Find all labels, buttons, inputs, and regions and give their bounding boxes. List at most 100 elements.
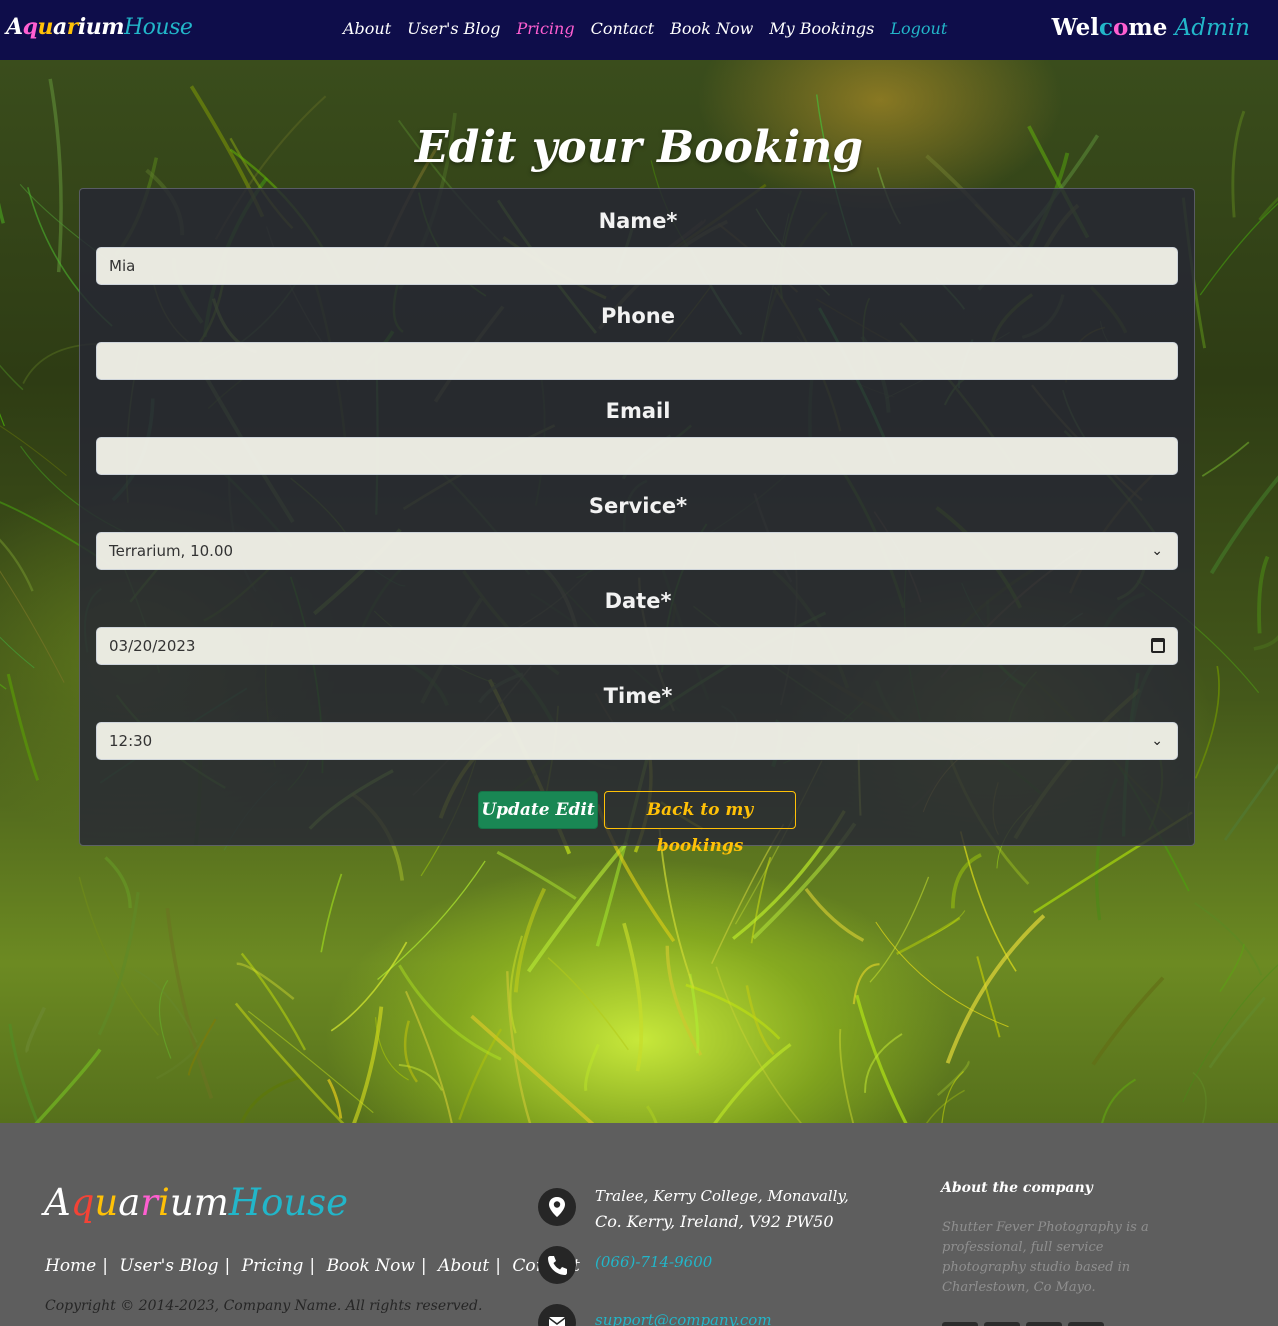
- plant-strand: [1219, 944, 1245, 993]
- plant-strand: [8, 1023, 40, 1123]
- plant-strand: [1194, 665, 1220, 779]
- plant-strand: [403, 1020, 418, 1083]
- hero-background: Edit your Booking Name* Mia Phone Email …: [0, 60, 1278, 1123]
- plant-strand: [0, 364, 24, 391]
- plant-strand: [1223, 763, 1278, 841]
- address-line-2: Co. Kerry, Ireland, V92 PW50: [595, 1212, 834, 1231]
- plant-strand: [1194, 902, 1263, 976]
- plant-strand: [855, 994, 908, 1123]
- nav-my-bookings-link[interactable]: My Bookings: [769, 19, 874, 38]
- plant-strand: [1199, 202, 1278, 296]
- plant-strand: [134, 968, 198, 1043]
- plant-strand: [78, 876, 159, 1036]
- plant-strand: [945, 914, 1046, 1064]
- plant-strand: [1091, 976, 1165, 1066]
- plant-strand: [745, 985, 775, 1056]
- envelope-icon: [538, 1304, 576, 1326]
- phone-label: Phone: [601, 304, 675, 328]
- plant-strand: [1182, 964, 1278, 1103]
- brand-logo[interactable]: AquariumHouse: [6, 14, 193, 40]
- welcome-message: Welcome Admin: [1052, 14, 1250, 41]
- phone-input[interactable]: [96, 342, 1178, 380]
- nav-about-link[interactable]: About: [343, 19, 391, 38]
- plant-strand: [25, 1006, 47, 1054]
- welcome-username: Admin: [1174, 15, 1250, 41]
- plant-strand: [236, 962, 295, 1000]
- plant-strand: [6, 673, 40, 781]
- nav-logout-link[interactable]: Logout: [890, 19, 947, 38]
- footer-book-now-link[interactable]: Book Now: [327, 1256, 415, 1276]
- linkedin-icon[interactable]: [1026, 1322, 1062, 1326]
- footer-phone-link[interactable]: (066)-714-9600: [595, 1253, 712, 1271]
- plant-strand: [1258, 197, 1278, 221]
- plant-strand: [950, 853, 982, 909]
- chevron-down-icon: ⌄: [1151, 733, 1163, 749]
- footer-home-link[interactable]: Home: [45, 1256, 96, 1276]
- plant-strand: [458, 1028, 503, 1121]
- plant-strand: [713, 1043, 792, 1123]
- map-marker-icon: [538, 1188, 576, 1226]
- plant-strand: [104, 856, 132, 909]
- plant-strand: [547, 957, 629, 1051]
- date-input[interactable]: 03/20/2023: [96, 627, 1178, 665]
- plant-strand: [1201, 441, 1250, 477]
- plant-strand: [158, 979, 172, 1059]
- about-company-heading: About the company: [941, 1180, 1093, 1196]
- footer-links: Home | User's Blog | Pricing | Book Now | Ab…: [45, 1256, 580, 1276]
- welcome-label: Welcome: [1051, 14, 1168, 41]
- plant-strand: [1208, 996, 1266, 1069]
- plant-strand: [1257, 555, 1270, 634]
- plant-strand: [34, 1048, 102, 1123]
- footer-pricing-link[interactable]: Pricing: [242, 1256, 304, 1276]
- address-line-1: Tralee, Kerry College, Monavally,: [595, 1187, 849, 1205]
- navbar: AquariumHouse About User's Blog Pricing …: [0, 0, 1278, 60]
- update-edit-button[interactable]: Update Edit: [478, 791, 598, 829]
- service-value: Terrarium, 10.00: [109, 542, 234, 560]
- nav-book-now-link[interactable]: Book Now: [670, 19, 753, 38]
- plant-strand: [1192, 1071, 1207, 1123]
- time-label: Time*: [603, 684, 673, 708]
- facebook-icon[interactable]: [942, 1322, 978, 1326]
- plant-strand: [804, 887, 865, 942]
- plant-strand: [247, 1010, 374, 1114]
- footer-blog-link[interactable]: User's Blog: [119, 1256, 218, 1276]
- back-to-bookings-button[interactable]: Back to my bookings: [604, 791, 796, 856]
- plant-strand: [925, 1089, 965, 1123]
- plant-strand: [320, 873, 343, 953]
- github-icon[interactable]: [1068, 1322, 1104, 1326]
- plant-strand: [239, 1075, 302, 1123]
- footer-about-link[interactable]: About: [438, 1256, 489, 1276]
- about-company-text: Shutter Fever Photography is a professio…: [942, 1220, 1149, 1295]
- date-value: 03/20/2023: [109, 637, 196, 655]
- page-title: Edit your Booking: [415, 122, 863, 173]
- plant-strand: [839, 1028, 855, 1123]
- plant-strand: [48, 78, 63, 273]
- plant-strand: [0, 425, 67, 476]
- calendar-icon[interactable]: [1151, 638, 1165, 653]
- plant-strand: [526, 841, 629, 973]
- time-value: 12:30: [109, 732, 153, 750]
- plant-strand: [0, 413, 5, 427]
- plant-strand: [0, 636, 35, 669]
- footer: AquariumHouse Home | User's Blog | Pricing…: [0, 1123, 1278, 1326]
- nav-pricing-link[interactable]: Pricing: [516, 19, 574, 38]
- plant-strand: [330, 941, 408, 1032]
- plant-strand: [97, 891, 140, 1036]
- plant-strand: [377, 860, 486, 980]
- nav-contact-link[interactable]: Contact: [591, 19, 655, 38]
- twitter-icon[interactable]: [984, 1322, 1020, 1326]
- time-select[interactable]: 12:30 ⌄: [96, 722, 1178, 760]
- plant-strand: [0, 683, 7, 690]
- plant-strand: [0, 570, 65, 683]
- footer-brand-logo[interactable]: AquariumHouse: [44, 1181, 348, 1224]
- service-select[interactable]: Terrarium, 10.00 ⌄: [96, 532, 1178, 570]
- name-input[interactable]: Mia: [96, 247, 1178, 285]
- email-input[interactable]: [96, 437, 1178, 475]
- plant-strand: [646, 1105, 658, 1123]
- plant-strand: [869, 876, 930, 983]
- footer-email-link[interactable]: support@company.com: [595, 1311, 772, 1326]
- email-label: Email: [605, 399, 671, 423]
- name-label: Name*: [598, 209, 678, 233]
- nav-blog-link[interactable]: User's Blog: [407, 19, 500, 38]
- plant-strand: [959, 831, 1017, 972]
